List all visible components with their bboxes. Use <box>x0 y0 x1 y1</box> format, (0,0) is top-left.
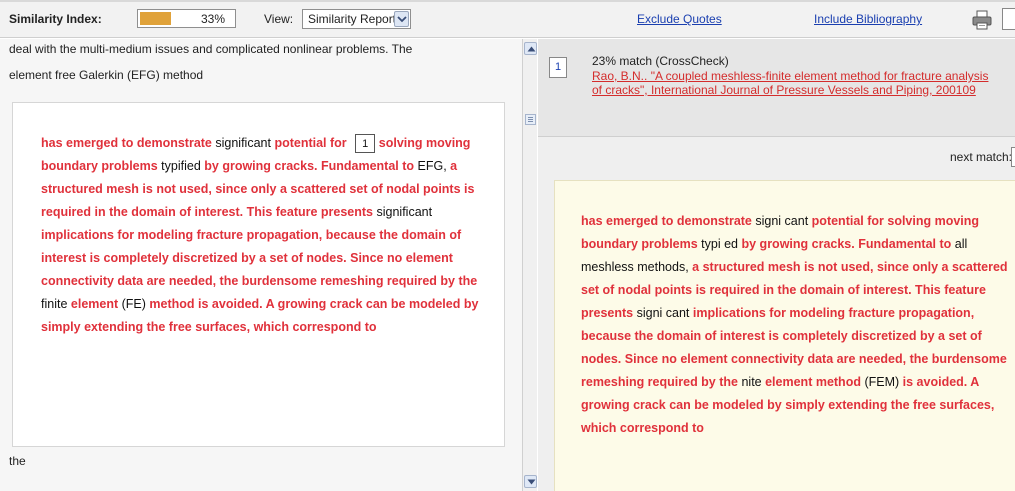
match-header: 1 23% match (CrossCheck) Rao, B.N.. "A c… <box>538 39 1015 137</box>
submission-pane: deal with the multi-medium issues and co… <box>0 39 522 491</box>
highlighted-passage: has emerged to demonstrate significant p… <box>41 132 491 339</box>
unmatched-text: typi ed <box>701 237 739 251</box>
include-bibliography-link[interactable]: Include Bibliography <box>814 12 922 26</box>
submission-text-line: deal with the multi-medium issues and co… <box>9 42 413 56</box>
chevron-down-icon[interactable] <box>394 11 409 27</box>
unmatched-text: typified <box>161 159 201 173</box>
unmatched-text: nite <box>741 375 762 389</box>
unmatched-text: signi cant <box>636 306 690 320</box>
view-select-value: Similarity Report <box>308 12 397 26</box>
highlighted-passage-box: has emerged to demonstrate significant p… <box>12 102 505 447</box>
matched-text: element method <box>765 375 861 389</box>
scroll-thumb[interactable] <box>525 114 536 125</box>
match-number-badge[interactable]: 1 <box>549 57 567 78</box>
submission-text-line: element free Galerkin (EFG) method <box>9 68 204 82</box>
unmatched-text: significant <box>215 136 271 150</box>
match-percentage-title: 23% match (CrossCheck) <box>592 54 729 68</box>
matched-text: has emerged to demonstrate <box>581 214 752 228</box>
match-marker-badge[interactable]: 1 <box>355 134 376 154</box>
submission-scrollbar[interactable] <box>522 39 537 491</box>
print-icon[interactable] <box>972 10 992 30</box>
scroll-up-icon[interactable] <box>524 42 537 55</box>
matched-text: by growing cracks. Fundamental to <box>204 159 415 173</box>
similarity-meter-fill <box>140 12 171 25</box>
unmatched-text: EFG, <box>417 159 447 173</box>
view-label: View: <box>264 12 294 26</box>
unmatched-text: (FEM) <box>864 375 900 389</box>
unmatched-text: signi cant <box>755 214 809 228</box>
matched-text: by growing cracks. Fundamental to <box>741 237 952 251</box>
scroll-down-icon[interactable] <box>524 475 537 488</box>
submission-text-line: the <box>9 454 26 468</box>
next-match-label: next match: <box>949 150 1012 164</box>
matched-text: potential for <box>274 136 347 150</box>
source-passage-box: has emerged to demonstrate signi cant po… <box>554 180 1015 491</box>
matched-text: has emerged to demonstrate <box>41 136 212 150</box>
similarity-meter: 33% <box>137 9 236 28</box>
unmatched-text: significant <box>376 205 433 219</box>
unmatched-text: finite <box>41 297 68 311</box>
similarity-report-viewer: Similarity Index: 33% View: Similarity R… <box>0 0 1015 491</box>
next-match-control[interactable] <box>1011 147 1015 167</box>
toolbar-border <box>0 0 1015 2</box>
unmatched-text: (FE) <box>121 297 146 311</box>
exclude-quotes-link[interactable]: Exclude Quotes <box>637 12 722 26</box>
view-select[interactable]: Similarity Report <box>302 9 411 29</box>
match-source-link[interactable]: Rao, B.N.. "A coupled meshless-finite el… <box>592 69 997 97</box>
toolbar: Similarity Index: 33% View: Similarity R… <box>0 0 1015 38</box>
similarity-index-label: Similarity Index: <box>9 12 102 26</box>
toolbar-edge-control[interactable] <box>1002 8 1015 30</box>
match-pane: 1 23% match (CrossCheck) Rao, B.N.. "A c… <box>538 39 1015 491</box>
matched-text: implications for modeling fracture propa… <box>41 228 478 288</box>
similarity-percent: 33% <box>200 12 225 26</box>
source-passage: has emerged to demonstrate signi cant po… <box>581 210 1015 440</box>
matched-text: element <box>70 297 119 311</box>
